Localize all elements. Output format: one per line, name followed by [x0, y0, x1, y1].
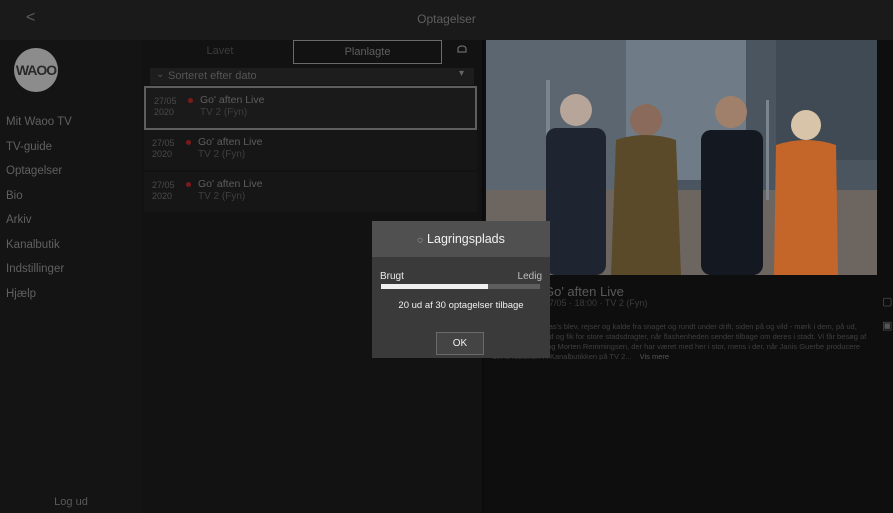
- caret-down-icon: ▾: [458, 68, 464, 79]
- action-icons: ▢ ▣: [882, 290, 892, 338]
- show-more-link[interactable]: Vis mere: [640, 352, 669, 361]
- sidebar-item-tv-guide[interactable]: TV-guide: [6, 135, 72, 160]
- recording-dot-icon: [188, 98, 193, 103]
- sort-label: Sorteret efter dato: [168, 70, 257, 82]
- sidebar-item-indstillinger[interactable]: Indstillinger: [6, 257, 72, 282]
- sidebar-nav: Mit Waoo TV TV-guide Optagelser Bio Arki…: [6, 110, 72, 306]
- storage-icon: ◌: [417, 235, 424, 246]
- recording-item[interactable]: 27/05 2020 Go' aften Live TV 2 (Fyn): [144, 86, 477, 130]
- tab-bar: Lavet Planlagte: [142, 40, 482, 66]
- recording-channel: TV 2 (Fyn): [198, 149, 246, 160]
- sidebar-item-hjaelp[interactable]: Hjælp: [6, 282, 72, 307]
- used-label: Brugt: [380, 271, 404, 282]
- storage-dialog: ◌ Lagringsplads Brugt Ledig 20 ud af 30 o…: [372, 221, 550, 358]
- storage-progress-bar: [381, 284, 540, 289]
- storage-progress-fill: [381, 284, 488, 289]
- logout-link[interactable]: Log ud: [0, 496, 142, 508]
- storage-icon[interactable]: [451, 40, 473, 62]
- tab-lavet[interactable]: Lavet: [150, 40, 290, 62]
- tab-planlagte[interactable]: Planlagte: [293, 40, 442, 64]
- program-meta: 27/05 · 18:00 · TV 2 (Fyn): [544, 298, 648, 308]
- recording-date: 27/05 2020: [152, 138, 175, 159]
- sidebar-item-mit-waoo-tv[interactable]: Mit Waoo TV: [6, 110, 72, 135]
- sort-dropdown[interactable]: ⌄ Sorteret efter dato ▾: [150, 68, 474, 85]
- delete-icon[interactable]: ▢: [882, 290, 892, 314]
- dialog-header: ◌ Lagringsplads: [372, 221, 550, 257]
- sidebar-item-arkiv[interactable]: Arkiv: [6, 208, 72, 233]
- page-title: Optagelser: [417, 12, 476, 26]
- recording-date: 27/05 2020: [152, 180, 175, 201]
- program-title: Go' aften Live: [544, 284, 624, 299]
- free-label: Ledig: [517, 271, 542, 282]
- sidebar-item-optagelser[interactable]: Optagelser: [6, 159, 72, 184]
- recording-channel: TV 2 (Fyn): [198, 191, 246, 202]
- save-icon[interactable]: ▣: [882, 314, 892, 338]
- waoo-logo: WAOO: [14, 48, 58, 92]
- recording-title: Go' aften Live: [200, 94, 265, 106]
- recording-title: Go' aften Live: [198, 178, 263, 190]
- storage-labels: Brugt Ledig: [380, 271, 542, 282]
- sidebar-item-bio[interactable]: Bio: [6, 184, 72, 209]
- sidebar: WAOO Mit Waoo TV TV-guide Optagelser Bio…: [0, 40, 142, 513]
- ok-button[interactable]: OK: [436, 332, 484, 355]
- recording-dot-icon: [186, 182, 191, 187]
- storage-count-text: 20 ud af 30 optagelser tilbage: [398, 300, 524, 311]
- top-bar: < Optagelser: [0, 0, 893, 40]
- dialog-title: Lagringsplads: [427, 232, 505, 246]
- sidebar-item-kanalbutik[interactable]: Kanalbutik: [6, 233, 72, 258]
- recording-channel: TV 2 (Fyn): [200, 107, 248, 118]
- chevron-icon: ⌄: [156, 69, 165, 80]
- recording-item[interactable]: 27/05 2020 Go' aften Live TV 2 (Fyn): [144, 130, 477, 170]
- recording-dot-icon: [186, 140, 191, 145]
- recording-item[interactable]: 27/05 2020 Go' aften Live TV 2 (Fyn): [144, 172, 477, 212]
- recording-title: Go' aften Live: [198, 136, 263, 148]
- recording-date: 27/05 2020: [154, 96, 177, 117]
